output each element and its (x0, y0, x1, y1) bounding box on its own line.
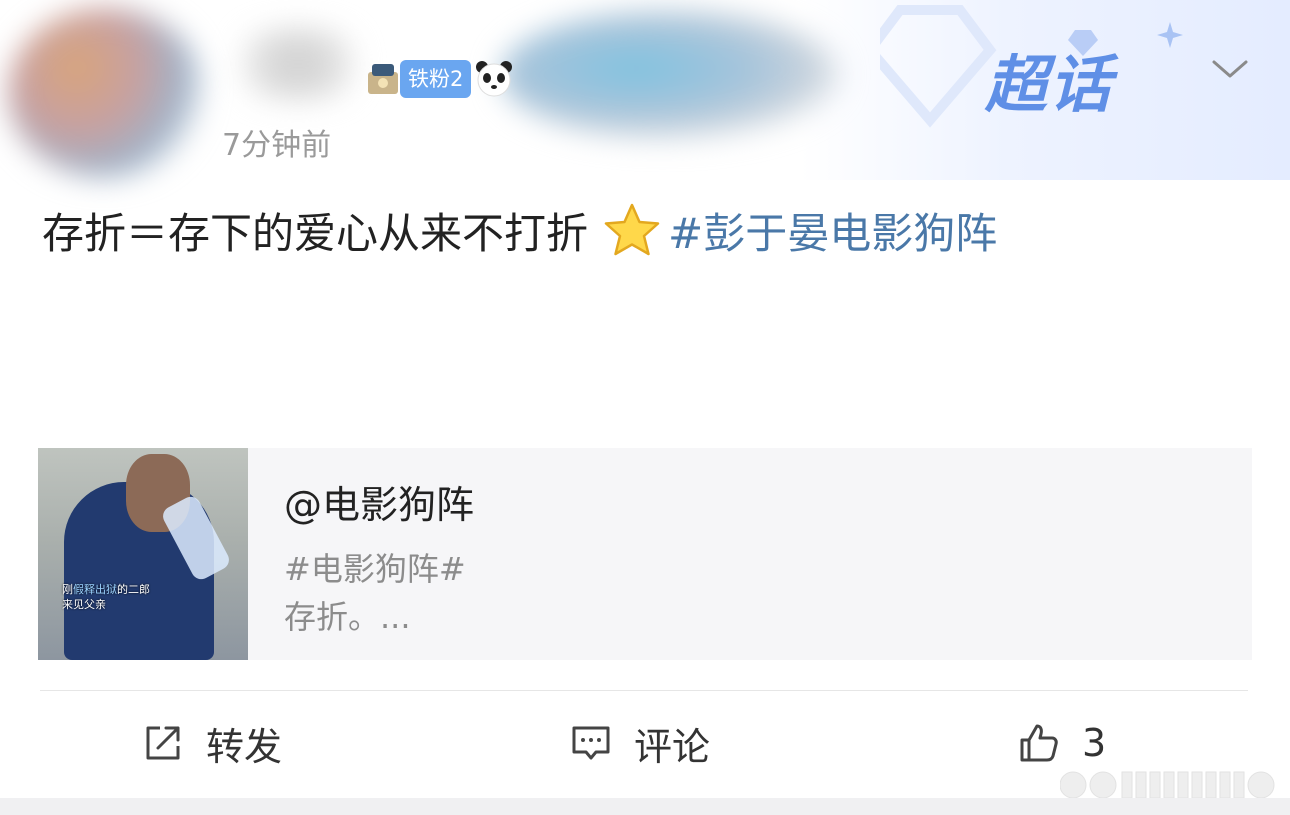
bottom-separator (0, 798, 1290, 815)
post-text: 存折＝存下的爱心从来不打折 (42, 209, 589, 258)
thumb-caption: 刚假释出狱的二郎 来见父亲 (62, 583, 150, 611)
avatar[interactable] (8, 8, 204, 178)
post-content: 存折＝存下的爱心从来不打折 #彭于晏电影狗阵 (42, 200, 997, 261)
star-icon (604, 203, 660, 255)
comment-icon (572, 726, 610, 760)
panda-icon (476, 61, 512, 97)
like-count: 3 (1082, 721, 1107, 765)
fan-level-badge[interactable]: 铁粉2 (400, 60, 472, 98)
divider (40, 690, 1248, 691)
repost-label: 转发 (206, 724, 283, 769)
super-topic-logo[interactable]: 超话 (985, 34, 1113, 124)
card-thumbnail[interactable]: 刚假释出狱的二郎 来见父亲 (38, 448, 248, 660)
username[interactable] (228, 28, 368, 100)
repost-icon (146, 726, 180, 760)
post-time: 7分钟前 (222, 128, 332, 163)
hashtag-link[interactable]: #彭于晏电影狗阵 (668, 200, 997, 261)
comment-label: 评论 (634, 724, 711, 769)
fan-level-icon (368, 64, 398, 94)
comment-button[interactable]: 评论 (570, 718, 711, 769)
card-hashtag: #电影狗阵# (284, 550, 466, 588)
repost-button[interactable]: 转发 (142, 718, 283, 769)
like-button[interactable]: 3 (1018, 718, 1106, 768)
username-extra (500, 10, 840, 140)
card-excerpt: 存折。... (284, 598, 411, 636)
thumbs-up-icon (1020, 724, 1058, 762)
card-title: @电影狗阵 (284, 483, 475, 527)
chevron-down-icon[interactable] (1210, 54, 1250, 84)
shared-post-card[interactable]: 刚假释出狱的二郎 来见父亲 @电影狗阵 #电影狗阵# 存折。... (38, 448, 1252, 660)
